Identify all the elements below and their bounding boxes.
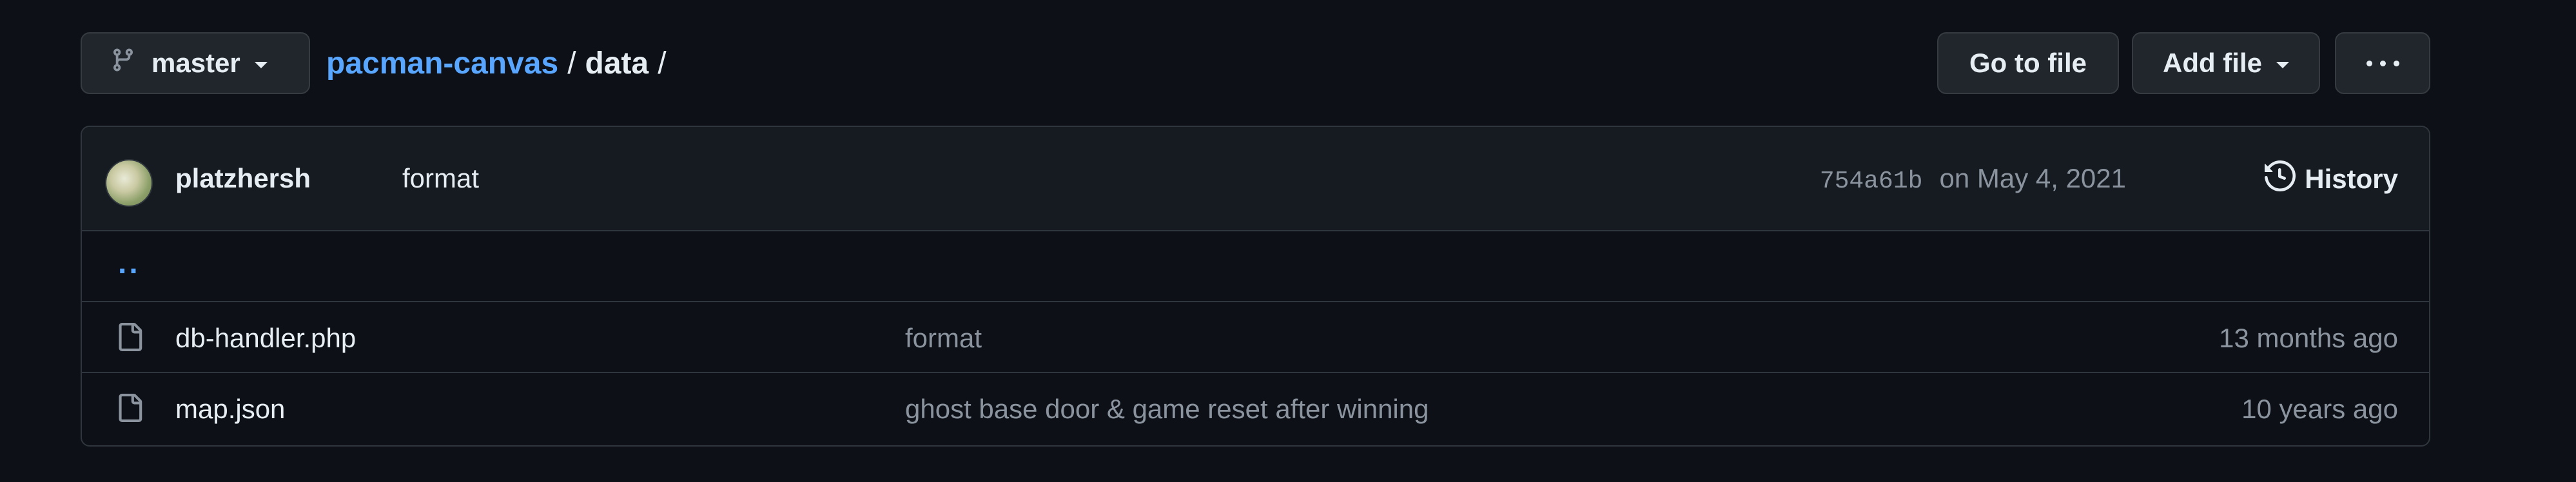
latest-commit-bar: platzhersh format 754a61b on May 4, 2021…: [82, 127, 2429, 231]
commit-author-link[interactable]: platzhersh: [175, 163, 311, 194]
add-file-label: Add file: [2163, 48, 2262, 78]
breadcrumb-trailing-separator: /: [658, 46, 667, 81]
chevron-down-icon: [2276, 62, 2289, 68]
commit-message-link[interactable]: format: [402, 163, 479, 194]
branch-name: master: [151, 48, 240, 78]
file-last-updated: 13 months ago: [2219, 323, 2398, 353]
go-to-file-button[interactable]: Go to file: [1937, 32, 2119, 94]
file-commit-message-link[interactable]: ghost base door & game reset after winni…: [905, 394, 1429, 425]
table-row[interactable]: db-handler.php format 13 months ago: [82, 302, 2429, 373]
breadcrumb-separator: /: [567, 46, 576, 81]
file-icon: [115, 394, 144, 425]
file-list: platzhersh format 754a61b on May 4, 2021…: [81, 126, 2430, 447]
branch-select-button[interactable]: master: [81, 32, 310, 94]
history-icon: [2265, 160, 2305, 198]
repo-directory-view: master pacman-canvas / data / Go to file…: [0, 0, 2576, 482]
parent-directory-link[interactable]: ..: [118, 246, 141, 281]
more-options-icon: [2366, 60, 2399, 66]
breadcrumb-current-dir: data: [585, 46, 649, 81]
parent-directory-row[interactable]: ..: [82, 231, 2429, 302]
breadcrumb-repo-link[interactable]: pacman-canvas: [326, 46, 558, 81]
file-name-link[interactable]: db-handler.php: [175, 323, 356, 354]
commit-meta: 754a61b on May 4, 2021: [1820, 163, 2126, 195]
file-name-link[interactable]: map.json: [175, 394, 285, 425]
breadcrumb: pacman-canvas / data /: [326, 32, 676, 94]
file-icon: [115, 323, 144, 354]
table-row[interactable]: map.json ghost base door & game reset af…: [82, 373, 2429, 444]
avatar[interactable]: [105, 159, 153, 207]
history-link[interactable]: History: [2265, 158, 2398, 200]
file-navigation-bar: master pacman-canvas / data / Go to file…: [81, 32, 2430, 94]
commit-date: on May 4, 2021: [1939, 163, 2126, 193]
more-options-button[interactable]: [2335, 32, 2430, 94]
file-last-updated: 10 years ago: [2241, 394, 2398, 424]
add-file-button[interactable]: Add file: [2132, 32, 2320, 94]
history-label: History: [2305, 164, 2398, 194]
commit-sha-link[interactable]: 754a61b: [1820, 168, 1923, 195]
git-branch-icon: [110, 47, 136, 79]
chevron-down-icon: [254, 62, 268, 68]
file-commit-message-link[interactable]: format: [905, 323, 982, 354]
